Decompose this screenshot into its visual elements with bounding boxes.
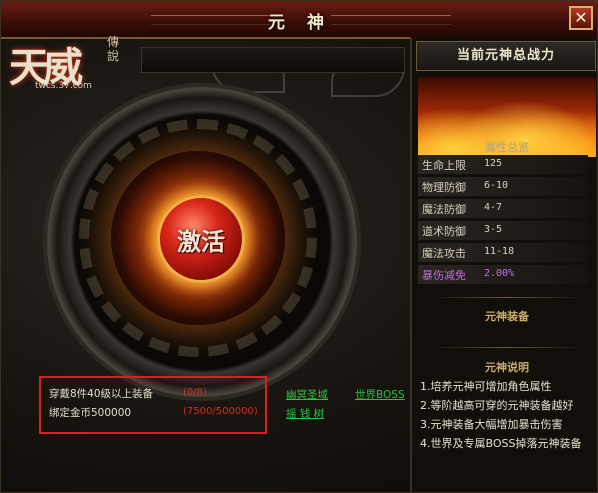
- equipment-title: 元神装备: [485, 310, 529, 323]
- stat-row-magic-atk: 魔法攻击 11-18: [418, 243, 588, 262]
- stat-value: 3-5: [484, 224, 503, 235]
- requirement-gold-value: (7500/500000): [183, 406, 258, 417]
- attributes-title: 属性总览: [485, 141, 529, 154]
- spirit-window: 元 神 ✕ 天威 傳說 twcs.37.com 激活 穿戴8件40级以上装备 (…: [0, 0, 598, 493]
- stat-label: 魔法攻击: [422, 247, 466, 260]
- requirement-equipment-label: 穿戴8件40级以上装备: [49, 388, 154, 400]
- stat-value: 2.00%: [484, 268, 515, 279]
- window-title: 元 神: [268, 13, 332, 33]
- requirement-equipment-value: (0/8): [183, 387, 207, 398]
- description-line: 2.等阶越高可穿的元神装备越好: [420, 399, 574, 412]
- stat-value: 6-10: [484, 180, 509, 191]
- description-line: 4.世界及专属BOSS掉落元神装备: [420, 437, 582, 450]
- divider: [432, 297, 582, 298]
- stat-label: 道术防御: [422, 225, 466, 238]
- divider: [432, 347, 582, 348]
- description-title: 元神说明: [485, 361, 529, 374]
- activate-button[interactable]: 激活: [157, 195, 245, 283]
- stat-label: 生命上限: [422, 159, 466, 172]
- spirit-name-box: [141, 47, 405, 73]
- stat-value: 125: [484, 158, 503, 169]
- money-tree-link[interactable]: 摇 钱 树: [286, 406, 324, 421]
- stat-label: 暴伤减免: [422, 269, 466, 282]
- activate-label: 激活: [177, 227, 225, 256]
- description-line: 3.元神装备大幅增加暴击伤害: [420, 418, 563, 431]
- logo-url: twcs.37.com: [35, 81, 92, 91]
- close-button[interactable]: ✕: [569, 6, 593, 30]
- right-panel: 当前元神总战力 属性总览 生命上限 125 物理防御 6-10 魔法防御 4-7…: [410, 37, 597, 492]
- stat-row-magic-def: 魔法防御 4-7: [418, 199, 588, 218]
- requirements-box: 穿戴8件40级以上装备 (0/8) 绑定金币500000 (7500/50000…: [39, 376, 267, 434]
- stat-row-hp: 生命上限 125: [418, 155, 588, 174]
- netherworld-link[interactable]: 幽冥圣域: [286, 387, 328, 402]
- stat-value: 4-7: [484, 202, 503, 213]
- requirement-gold-label: 绑定金币500000: [49, 407, 132, 419]
- game-logo: 天威 傳說 twcs.37.com: [7, 31, 137, 96]
- logo-side-text: 傳說: [107, 35, 120, 63]
- stat-row-phys-def: 物理防御 6-10: [418, 177, 588, 196]
- world-boss-link[interactable]: 世界BOSS: [355, 387, 405, 402]
- stat-row-taoist-def: 道术防御 3-5: [418, 221, 588, 240]
- stat-label: 魔法防御: [422, 203, 466, 216]
- stat-value: 11-18: [484, 246, 515, 257]
- total-power-header: 当前元神总战力: [416, 41, 596, 71]
- stat-label: 物理防御: [422, 181, 466, 194]
- stat-row-crit-reduction: 暴伤减免 2.00%: [418, 265, 588, 284]
- description-line: 1.培养元神可增加角色属性: [420, 380, 552, 393]
